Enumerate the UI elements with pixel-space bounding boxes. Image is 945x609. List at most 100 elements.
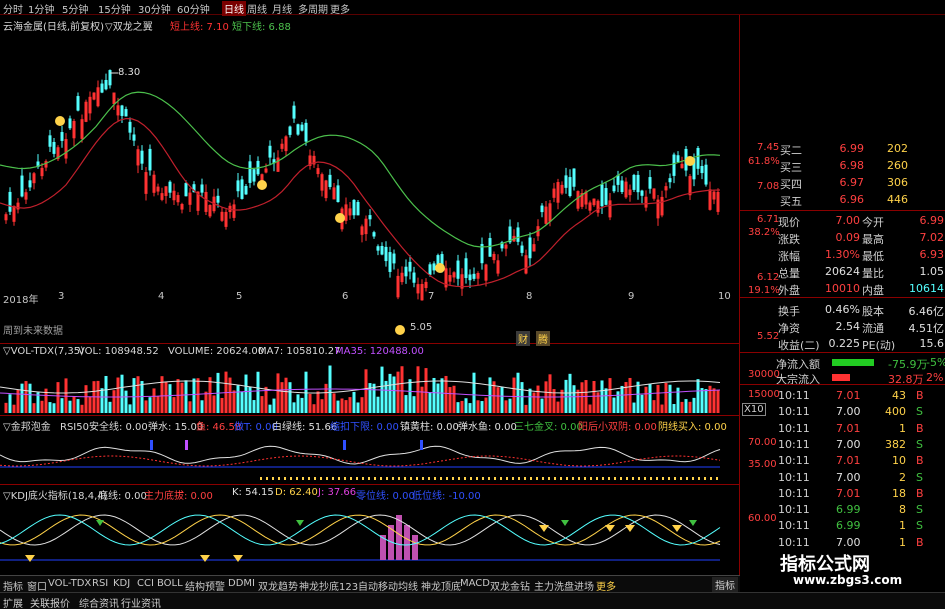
indicator-tab[interactable]: 双龙趋势 — [258, 578, 298, 593]
signal-indicator-label[interactable]: ▽金邦泡金 — [3, 418, 51, 433]
indicator-tab[interactable]: 更多 — [596, 578, 616, 593]
volume-bar — [336, 400, 340, 413]
stat-value: 15.6 — [919, 337, 945, 350]
period-tab[interactable]: 周线 — [247, 1, 267, 16]
indicator-tab[interactable]: MACD — [460, 578, 490, 589]
stat-row: 外盘 10010 内盘 10614 — [740, 280, 945, 297]
volume-bar — [184, 380, 188, 413]
indicator-tab[interactable]: 窗口 — [27, 578, 47, 593]
flow-percent: 2% — [926, 371, 944, 384]
volume-bar — [612, 397, 616, 413]
kdj-item: 零位线: 0.00 — [356, 491, 415, 502]
indicator-tab[interactable]: RSI — [92, 578, 108, 589]
period-tab[interactable]: 日线 — [222, 1, 246, 16]
period-tab[interactable]: 60分钟 — [177, 1, 210, 16]
indicator-tab[interactable]: KDJ — [113, 578, 130, 589]
signal-dot — [308, 477, 310, 480]
indicator-tab[interactable]: 指标 — [3, 578, 23, 593]
signal-dot — [428, 477, 430, 480]
signal-dot — [332, 477, 334, 480]
candle-body — [12, 205, 16, 222]
candle-body — [352, 199, 356, 216]
indicator-tab[interactable]: 主力洗盘进场 — [534, 578, 594, 593]
candle-body — [100, 83, 104, 93]
volume-bar — [616, 391, 620, 413]
indicator-name[interactable]: ▽双龙之翼 — [105, 18, 153, 33]
period-tab[interactable]: 更多 — [330, 1, 350, 16]
kdj-item: 低位线: -10.00 — [412, 491, 481, 502]
volume-bar — [24, 381, 28, 413]
signal-dot — [464, 477, 466, 480]
stat-value: 4.51亿 — [908, 322, 945, 335]
indicator-tab[interactable]: 神龙顶底 — [421, 578, 461, 593]
indicator-tab[interactable]: BOLL — [157, 578, 183, 589]
candle-body — [268, 145, 272, 158]
flow-bar — [832, 374, 850, 381]
volume-bar — [660, 404, 664, 413]
stat-value: 6.99 — [919, 214, 945, 227]
stat-label: 最高 — [862, 233, 884, 246]
volume-bar — [704, 389, 708, 413]
volume-bar — [688, 401, 692, 413]
info-tab[interactable]: 关联报价 — [30, 595, 70, 609]
stat-value: 6.93 — [919, 248, 945, 261]
candle-body — [432, 263, 436, 271]
period-tab[interactable]: 分时 — [3, 1, 23, 16]
order-price: 6.96 — [839, 193, 865, 206]
event-icon[interactable]: 腾 — [536, 331, 550, 346]
volume-bar — [136, 376, 140, 413]
tick-time: 10:11 — [778, 421, 810, 435]
finance-event-icon[interactable]: 财 — [516, 331, 530, 346]
candle-body — [240, 179, 244, 199]
candle-body — [276, 157, 280, 172]
volume-bar — [300, 397, 304, 413]
volume-value: VOLUME: 20624.00 — [168, 346, 265, 357]
indicator-tab[interactable]: DDMI — [228, 578, 255, 589]
candle-body — [400, 272, 404, 283]
vol-value: VOL: 108948.52 — [78, 346, 159, 357]
tick-time: 10:11 — [778, 470, 810, 484]
info-tab[interactable]: 行业资讯 — [121, 595, 161, 609]
volume-indicator-label[interactable]: ▽VOL-TDX(7,35) — [3, 346, 84, 357]
indicator-tab[interactable]: 双龙金钻 — [490, 578, 530, 593]
stat-row: 现价 7.00 今开 6.99 — [740, 212, 945, 229]
indicator-tab[interactable]: CCI — [137, 578, 154, 589]
period-tab[interactable]: 15分钟 — [98, 1, 131, 16]
ma-long-line — [0, 91, 721, 248]
lower-line-label: 短下线: 6.88 — [232, 22, 291, 33]
candle-body — [288, 126, 292, 135]
indicator-tab[interactable]: 结构预警 — [185, 578, 225, 593]
candle-body — [188, 192, 192, 205]
info-tab[interactable]: 扩展 — [3, 595, 23, 609]
volume-ma7-line — [0, 380, 721, 394]
signal-dot — [404, 477, 406, 480]
period-tab[interactable]: 30分钟 — [138, 1, 171, 16]
date-label: 7 — [428, 291, 435, 302]
candle-body — [304, 122, 308, 142]
indicator-tab[interactable]: 自动移动均线 — [358, 578, 418, 593]
volume-bar — [376, 396, 380, 413]
volume-bar — [296, 394, 300, 413]
period-tab[interactable]: 5分钟 — [62, 1, 88, 16]
candle-body — [128, 121, 132, 133]
period-tab[interactable]: 1分钟 — [28, 1, 54, 16]
order-price: 6.99 — [839, 142, 865, 155]
indicator-tab[interactable]: 神龙抄底123 — [299, 578, 358, 593]
kdj-indicator-label[interactable]: ▽KDJ底火指标(18,4,4) — [3, 487, 108, 502]
info-tab[interactable]: 综合资讯 — [79, 595, 119, 609]
kdj-green-marker-icon — [561, 520, 569, 526]
period-tab[interactable]: 月线 — [272, 1, 292, 16]
signal-dot — [446, 477, 448, 480]
side-indicator-tab[interactable]: 指标 — [712, 577, 738, 592]
candle-body — [416, 284, 420, 294]
tick-side: S — [916, 519, 923, 533]
period-tab[interactable]: 多周期 — [298, 1, 328, 16]
flow-bar — [832, 359, 874, 366]
candle-body — [704, 164, 708, 185]
pane-divider-kdj — [0, 484, 739, 485]
signal-bar — [150, 440, 153, 450]
volume-bar — [172, 397, 176, 413]
volume-bar — [536, 385, 540, 413]
indicator-tab[interactable]: VOL-TDX — [48, 578, 91, 589]
tick-row: 10:11 7.00 2 S — [740, 469, 945, 486]
